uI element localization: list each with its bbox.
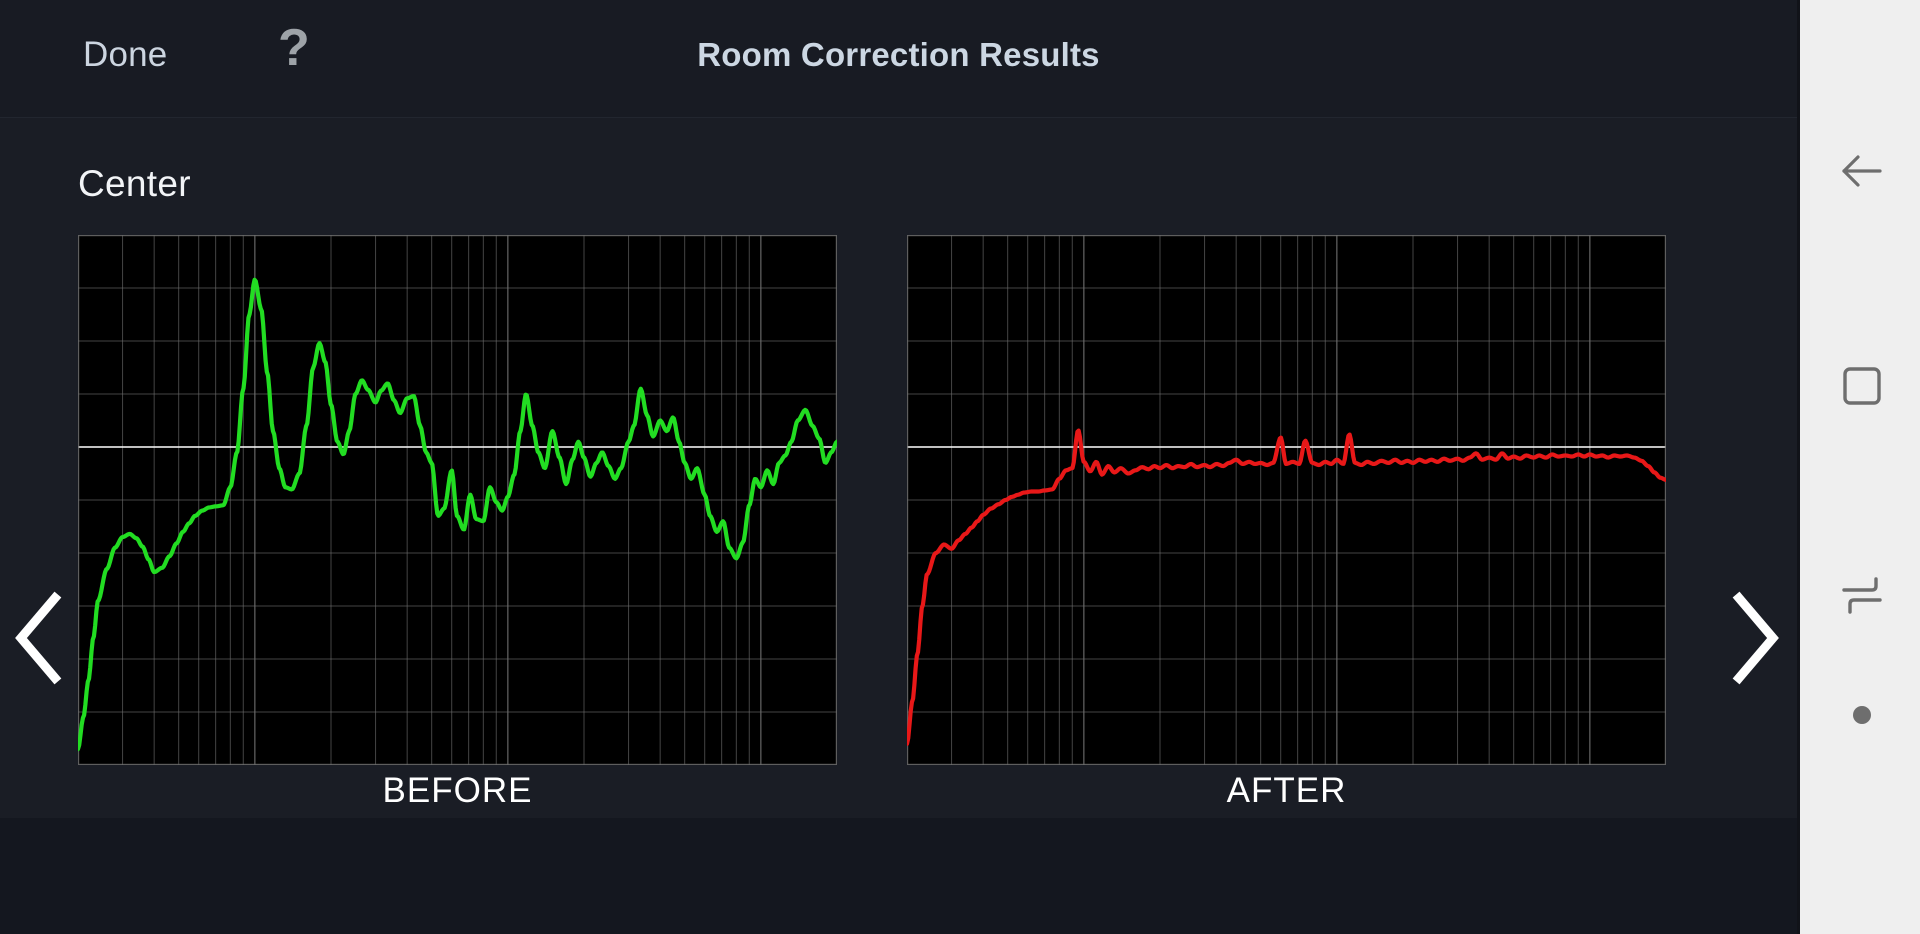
chevron-left-icon	[15, 591, 62, 685]
split-screen-icon	[1841, 577, 1882, 614]
nav-back-button[interactable]	[1800, 130, 1920, 212]
square-icon	[1842, 367, 1881, 405]
before-chart-plot[interactable]	[78, 235, 837, 765]
nav-recents-button[interactable]	[1800, 345, 1920, 427]
nav-split-screen-button[interactable]	[1800, 555, 1920, 637]
back-arrow-icon	[1841, 155, 1882, 187]
after-chart-caption: AFTER	[1226, 771, 1347, 810]
app-header: Done ? Room Correction Results	[0, 0, 1797, 118]
before-chart-svg	[78, 235, 837, 765]
page-title: Room Correction Results	[697, 36, 1100, 73]
after-chart-plot[interactable]	[907, 235, 1666, 765]
next-channel-button[interactable]	[1724, 588, 1786, 688]
chevron-right-icon	[1732, 591, 1779, 685]
channel-name-label: Center	[78, 163, 191, 204]
previous-channel-button[interactable]	[8, 588, 70, 688]
phone-screen: Done ? Room Correction Results Center BE…	[0, 0, 1797, 934]
nav-indicator-dot	[1800, 680, 1920, 750]
before-chart-caption: BEFORE	[382, 771, 533, 810]
app-root: Done ? Room Correction Results Center BE…	[0, 0, 1920, 934]
after-chart-svg	[907, 235, 1666, 765]
results-body: Center BEFORE AFTER	[0, 118, 1797, 818]
android-navigation-bar	[1797, 0, 1920, 934]
after-chart-panel: AFTER	[907, 235, 1666, 810]
dot-icon	[1852, 706, 1871, 724]
before-chart-panel: BEFORE	[78, 235, 837, 810]
